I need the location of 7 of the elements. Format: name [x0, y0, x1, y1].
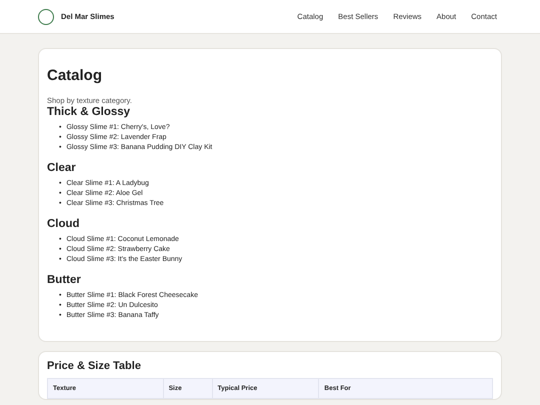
logo-icon [38, 8, 54, 24]
category-heading: Cloud [47, 217, 81, 231]
category-heading: Butter [47, 273, 82, 287]
category-heading: Clear [47, 161, 77, 175]
category-heading: Thick & Glossy [47, 105, 132, 119]
section-title: Price & Size Table [47, 360, 142, 372]
page-title: Catalog [47, 67, 104, 84]
